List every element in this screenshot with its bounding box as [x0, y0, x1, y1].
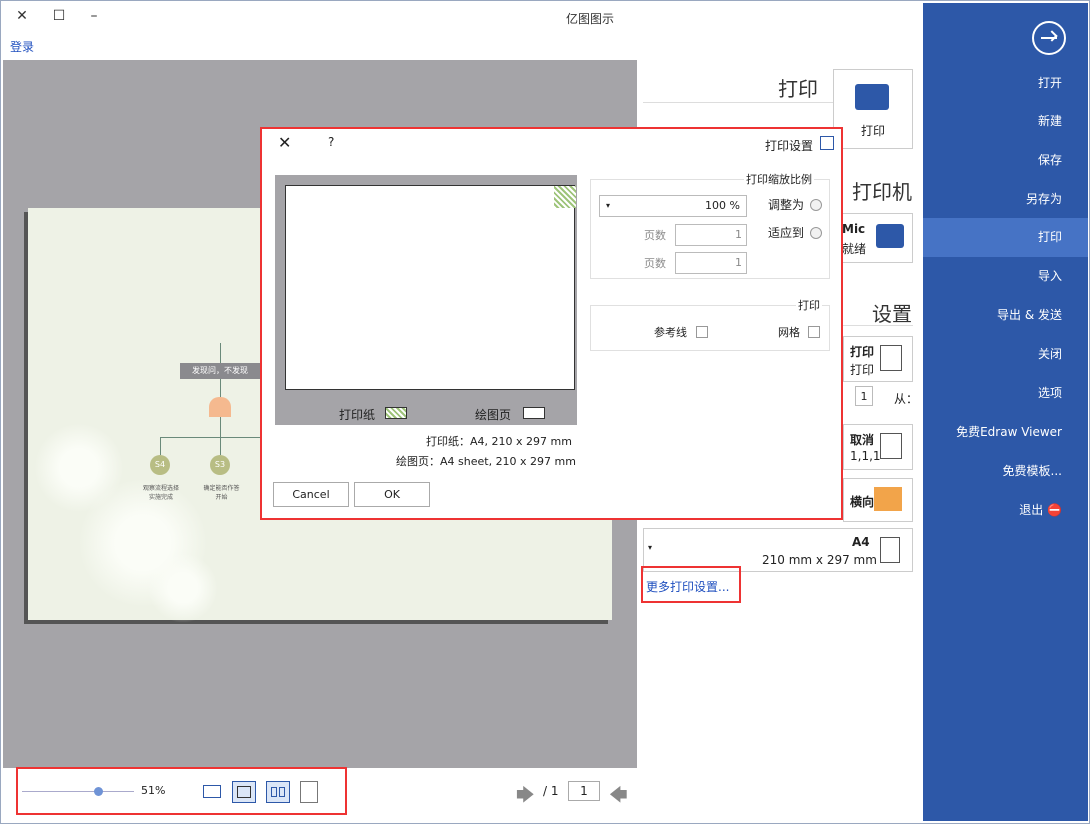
orientation-icon: [874, 487, 902, 511]
more-print-settings-link[interactable]: 更多打印设置...: [641, 566, 741, 603]
two-page-icon[interactable]: [266, 781, 290, 803]
scale-select[interactable]: 100 % ▾: [599, 195, 747, 217]
page-number-input[interactable]: 1: [568, 781, 600, 801]
fit-page-icon[interactable]: [232, 781, 256, 803]
next-page-icon[interactable]: 🡆: [516, 783, 535, 813]
layout-preview: 绘图页 打印纸: [275, 175, 577, 425]
collate-option[interactable]: 打印 打印: [843, 336, 913, 382]
printer-heading: 打印机: [852, 180, 912, 204]
sidebar-item-options[interactable]: 选项: [923, 374, 1088, 413]
page-info: 绘图页：A4 sheet, 210 x 297 mm: [396, 455, 576, 468]
printer-icon: [876, 224, 904, 248]
single-page-icon[interactable]: [300, 781, 318, 803]
title-bar: ✕ ☐ – 亿图图示: [1, 1, 923, 33]
back-arrow-icon[interactable]: [1032, 21, 1066, 55]
print-heading: 打印: [778, 77, 818, 101]
fit-height-spinner[interactable]: 1: [675, 252, 747, 274]
guides-label: 参考线: [654, 326, 687, 339]
pages-label: 页数: [644, 229, 666, 242]
decision-shape: [209, 397, 231, 417]
settings-heading: 设置: [872, 302, 912, 326]
scale-group-label: 打印缩放比例: [744, 171, 814, 187]
page-total: / 1: [543, 784, 559, 798]
print-button[interactable]: 打印: [833, 69, 913, 149]
from-label: 从：: [894, 392, 919, 406]
print-settings-dialog: 打印设置 ? ✕ 绘图页 打印纸 打印纸：A4, 210 x 297 mm 绘图…: [260, 127, 843, 520]
paper-info: 打印纸：A4, 210 x 297 mm: [426, 435, 572, 448]
paper-legend-label: 打印纸: [339, 408, 376, 422]
sidebar-item-open[interactable]: 打开: [923, 64, 1088, 103]
close-window-button[interactable]: ✕: [13, 7, 31, 25]
guides-checkbox[interactable]: [696, 326, 708, 338]
page-icon: [880, 537, 900, 563]
paper-legend-swatch: [385, 407, 407, 419]
pages-icon: [880, 345, 902, 371]
paper-corner: [554, 186, 576, 208]
sidebar-item-save-as[interactable]: 另存为: [923, 180, 1088, 219]
adjust-label: 调整为: [768, 198, 805, 212]
dialog-app-icon: [820, 136, 834, 150]
sidebar-item-close[interactable]: 关闭: [923, 335, 1088, 374]
sidebar-item-templates[interactable]: 免费模板...: [923, 452, 1088, 491]
sidebar-item-new[interactable]: 新建: [923, 102, 1088, 141]
ok-button[interactable]: OK: [354, 482, 430, 507]
backstage-sidebar: 打开 新建 保存 另存为 打印 导入 导出 & 发送 关闭 选项 免费Edraw…: [923, 3, 1088, 821]
cancel-button[interactable]: Cancel: [273, 482, 349, 507]
dropdown-arrow-icon: ▾: [606, 201, 611, 210]
zoom-slider-thumb[interactable]: [94, 787, 104, 796]
sides-option[interactable]: 取消 1,1,1: [843, 424, 913, 470]
page-legend-swatch: [523, 407, 545, 419]
grid-label: 网格: [778, 326, 800, 339]
sidebar-item-export[interactable]: 导出 & 发送: [923, 296, 1088, 335]
grid-checkbox[interactable]: [808, 326, 820, 338]
app-title: 亿图图示: [566, 12, 615, 26]
sidebar-item-import[interactable]: 导入: [923, 257, 1088, 296]
zoom-toolbar: 51%: [16, 767, 347, 815]
print-group-label: 打印: [796, 297, 822, 313]
pages-label: 页数: [644, 257, 666, 270]
node-s4: S4: [150, 455, 170, 475]
minimize-window-button[interactable]: –: [85, 7, 103, 25]
dialog-title: 打印设置: [765, 139, 814, 153]
preview-sheet: [285, 185, 576, 390]
maximize-window-button[interactable]: ☐: [50, 7, 68, 25]
node-s3-label: 确定能否作答 开始: [203, 485, 240, 501]
diagram-banner: 发现问，不发现: [180, 363, 260, 379]
zoom-slider[interactable]: [22, 787, 134, 796]
from-input[interactable]: 1: [855, 386, 873, 406]
sidebar-item-save[interactable]: 保存: [923, 141, 1088, 180]
exit-icon: ⛔: [1047, 503, 1062, 517]
fit-label: 适应到: [768, 226, 805, 240]
prev-page-icon[interactable]: 🡄: [609, 783, 628, 813]
printer-select[interactable]: Mic 就绪: [835, 213, 913, 263]
dialog-close-button[interactable]: ✕: [278, 133, 291, 152]
fit-width-spinner[interactable]: 1: [675, 224, 747, 246]
node-s3: S3: [210, 455, 230, 475]
node-s4-label: 观察流程选择 实施完成: [142, 485, 179, 501]
sidebar-item-viewer[interactable]: 免费Edraw Viewer: [923, 413, 1088, 452]
zoom-level: 51%: [141, 784, 166, 797]
printer-icon: [855, 84, 889, 110]
login-link[interactable]: 登录: [10, 38, 34, 55]
fit-width-icon[interactable]: [200, 781, 224, 803]
help-button[interactable]: ?: [328, 135, 334, 149]
page-legend-label: 绘图页: [475, 408, 512, 422]
adjust-radio[interactable]: [810, 199, 822, 211]
fit-radio[interactable]: [810, 227, 822, 239]
dropdown-arrow-icon: ▾: [648, 543, 653, 552]
sidebar-item-print[interactable]: 打印: [923, 218, 1088, 257]
sidebar-item-exit[interactable]: 退出 ⛔: [923, 491, 1088, 530]
orientation-option[interactable]: 横向: [843, 478, 913, 522]
pages-icon: [880, 433, 902, 459]
